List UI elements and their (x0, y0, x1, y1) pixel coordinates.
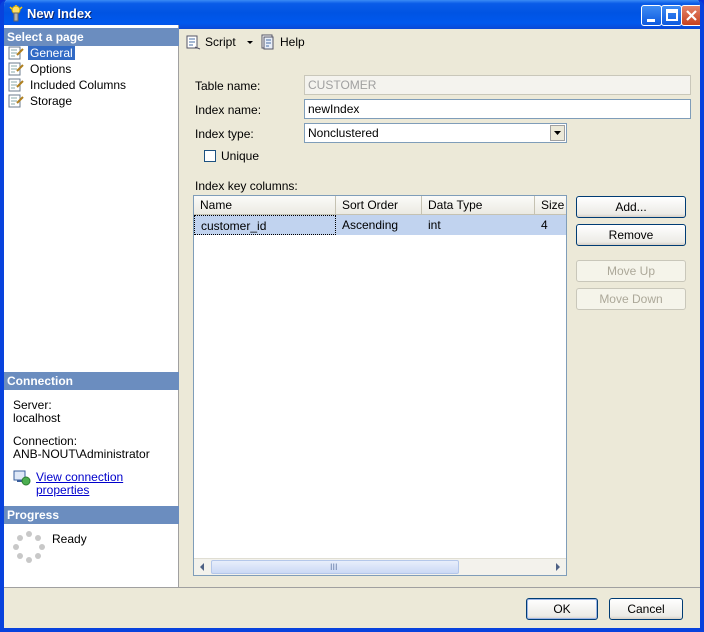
connection-value: ANB-NOUT\Administrator (13, 447, 150, 461)
progress-spinner-icon (13, 531, 45, 563)
scroll-left-icon[interactable] (194, 559, 211, 575)
connection-properties-icon (13, 470, 31, 486)
unique-checkbox[interactable] (204, 150, 216, 162)
add-label: Add... (615, 200, 647, 214)
key-columns-label: Index key columns: (195, 179, 298, 193)
move-up-label: Move Up (606, 264, 656, 278)
cell-data-type[interactable]: int (422, 215, 535, 235)
connection-header: Connection (4, 372, 179, 390)
column-header-data-type[interactable]: Data Type (422, 196, 535, 215)
add-button[interactable]: Add... (576, 196, 686, 218)
close-icon (686, 10, 697, 21)
horizontal-scrollbar[interactable]: III (194, 558, 566, 575)
move-down-button[interactable]: Move Down (576, 288, 686, 310)
index-type-label: Index type: (195, 127, 254, 141)
cell-size[interactable]: 4 (535, 215, 566, 235)
page-wrench-icon (8, 46, 24, 60)
scroll-right-icon[interactable] (549, 559, 566, 575)
progress-status: Ready (52, 532, 87, 546)
page-item-general[interactable]: General (8, 45, 75, 61)
chevron-down-icon (554, 131, 561, 135)
cell-sort-order[interactable]: Ascending (336, 215, 422, 235)
index-type-value: Nonclustered (308, 126, 379, 140)
minimize-icon (647, 19, 655, 22)
cancel-label: Cancel (627, 602, 665, 616)
help-button[interactable]: Help (260, 34, 305, 50)
move-up-button[interactable]: Move Up (576, 260, 686, 282)
window-title: New Index (27, 6, 92, 21)
table-row[interactable]: customer_id Ascending int 4 (194, 215, 566, 235)
move-down-label: Move Down (599, 292, 663, 306)
column-header-size[interactable]: Size (535, 196, 566, 215)
page-wrench-icon (8, 78, 24, 92)
new-index-dialog: New Index Select a page General Options … (0, 0, 704, 632)
table-name-label: Table name: (195, 79, 261, 93)
view-connection-properties-link[interactable]: View connection properties (36, 471, 178, 497)
page-wrench-icon (8, 62, 24, 76)
cell-name[interactable]: customer_id (194, 215, 336, 235)
remove-label: Remove (608, 228, 654, 242)
page-label-options: Options (30, 62, 72, 76)
left-panel: Select a page General Options Included C… (4, 25, 179, 587)
app-icon (9, 5, 23, 22)
scrollbar-thumb[interactable]: III (211, 560, 459, 574)
help-label: Help (280, 35, 305, 49)
page-label-general: General (28, 46, 75, 60)
page-item-included-columns[interactable]: Included Columns (8, 77, 128, 93)
page-label-included-columns: Included Columns (30, 78, 127, 92)
script-icon (186, 35, 201, 50)
minimize-button[interactable] (641, 5, 662, 26)
maximize-button[interactable] (661, 5, 682, 26)
script-label: Script (205, 35, 236, 49)
index-name-label: Index name: (195, 103, 262, 117)
help-icon (261, 34, 274, 50)
column-header-name[interactable]: Name (194, 196, 336, 215)
page-label-storage: Storage (30, 94, 73, 108)
dropdown-arrow-button[interactable] (550, 125, 565, 141)
cancel-button[interactable]: Cancel (609, 598, 683, 620)
index-name-input[interactable]: newIndex (304, 99, 691, 119)
script-button[interactable]: Script (185, 34, 260, 50)
index-key-columns-grid[interactable]: Name Sort Order Data Type Size customer_… (193, 195, 567, 576)
table-name-field: CUSTOMER (304, 75, 691, 95)
grid-header: Name Sort Order Data Type Size (194, 196, 566, 215)
page-item-options[interactable]: Options (8, 61, 73, 77)
scroll-grip: III (330, 562, 338, 572)
remove-button[interactable]: Remove (576, 224, 686, 246)
close-button[interactable] (681, 5, 700, 26)
column-header-sort-order[interactable]: Sort Order (336, 196, 422, 215)
server-value: localhost (13, 411, 61, 425)
ok-label: OK (553, 602, 571, 616)
dropdown-arrow-icon[interactable] (244, 34, 256, 50)
progress-header: Progress (4, 506, 179, 524)
select-page-header: Select a page (4, 28, 179, 46)
maximize-icon (666, 9, 678, 21)
toolbar: Script Help (180, 25, 700, 61)
ok-button[interactable]: OK (526, 598, 598, 620)
page-wrench-icon (8, 94, 24, 108)
page-item-storage[interactable]: Storage (8, 93, 74, 109)
index-type-dropdown[interactable]: Nonclustered (304, 123, 567, 143)
unique-label: Unique (221, 149, 260, 163)
